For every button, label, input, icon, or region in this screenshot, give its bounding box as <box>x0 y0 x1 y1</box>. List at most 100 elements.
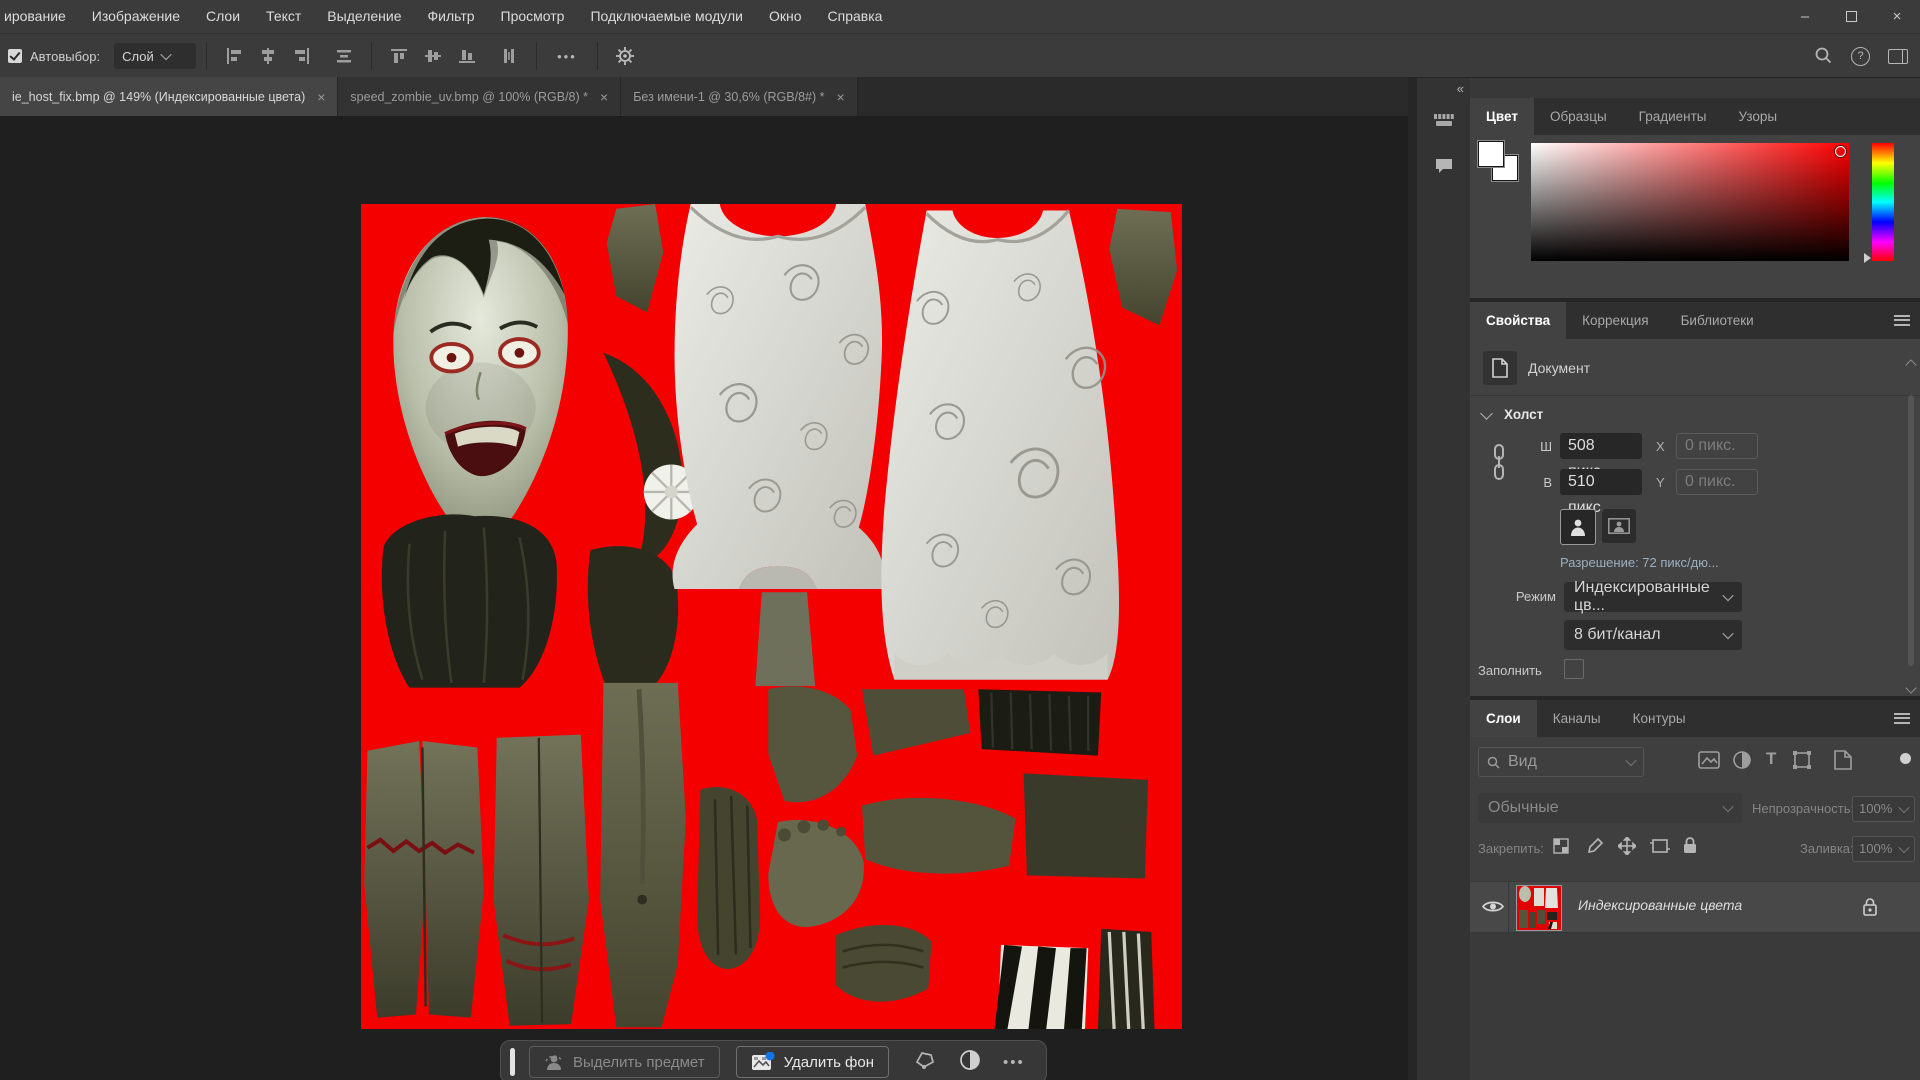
orientation-landscape-button[interactable] <box>1602 509 1636 543</box>
menu-item-layers[interactable]: Слои <box>193 0 253 33</box>
lock-transparency-icon[interactable] <box>1552 837 1570 860</box>
align-right-icon[interactable] <box>291 45 313 67</box>
panel-menu-icon[interactable] <box>1894 713 1910 724</box>
properties-scrollbar[interactable] <box>1906 379 1916 682</box>
document-tab-active[interactable]: ie_host_fix.bmp @ 149% (Индексированные … <box>0 77 338 116</box>
bit-depth-dropdown[interactable]: 8 бит/канал <box>1564 620 1742 650</box>
opacity-chevron[interactable] <box>1894 796 1915 822</box>
opacity-value[interactable]: 100% <box>1852 796 1899 822</box>
layer-thumbnail[interactable] <box>1516 885 1562 931</box>
link-dimensions-icon[interactable] <box>1492 443 1506 487</box>
fill-checkbox[interactable] <box>1564 659 1584 679</box>
section-collapse-icon[interactable] <box>1480 407 1493 420</box>
filter-pixel-layers-icon[interactable] <box>1698 751 1720 774</box>
tab-gradients[interactable]: Градиенты <box>1623 98 1723 135</box>
color-mode-dropdown[interactable]: Индексированные цв... <box>1564 582 1742 612</box>
tab-paths[interactable]: Контуры <box>1617 700 1702 737</box>
color-saturation-field[interactable] <box>1531 143 1849 261</box>
autoselect-checkbox[interactable] <box>8 49 22 63</box>
tab-patterns[interactable]: Узоры <box>1723 98 1794 135</box>
menu-item-editing[interactable]: ирование <box>0 0 79 33</box>
height-input[interactable]: 510 пикс. <box>1560 469 1642 495</box>
fill-opacity-value[interactable]: 100% <box>1852 836 1899 862</box>
close-tab-icon[interactable]: × <box>600 89 608 105</box>
search-icon[interactable] <box>1813 45 1833 68</box>
menu-item-view[interactable]: Просмотр <box>488 0 578 33</box>
align-middle-icon[interactable] <box>422 45 444 67</box>
menu-item-type[interactable]: Текст <box>253 0 314 33</box>
tab-properties[interactable]: Свойства <box>1470 302 1566 339</box>
fill-opacity-chevron[interactable] <box>1894 836 1915 862</box>
layer-name[interactable]: Индексированные цвета <box>1578 897 1742 913</box>
lock-all-icon[interactable] <box>1682 836 1698 859</box>
workspace-settings-gear-icon[interactable] <box>614 45 636 67</box>
more-options-icon[interactable]: ••• <box>557 49 577 64</box>
filter-smart-objects-icon[interactable] <box>1834 750 1852 775</box>
tab-swatches[interactable]: Образцы <box>1534 98 1623 135</box>
align-center-horizontal-icon[interactable] <box>257 45 279 67</box>
menu-item-plugins[interactable]: Подключаемые модули <box>577 0 756 33</box>
minimize-button[interactable]: – <box>1782 0 1828 33</box>
color-themes-icon[interactable] <box>1427 104 1461 136</box>
adjustments-half-circle-icon[interactable] <box>959 1049 981 1076</box>
remove-background-button[interactable]: Удалить фон <box>736 1046 889 1078</box>
width-input[interactable]: 508 пикс. <box>1560 433 1642 459</box>
document-tab[interactable]: Без имени-1 @ 30,6% (RGB/8#) * × <box>621 77 857 116</box>
menu-item-filter[interactable]: Фильтр <box>414 0 487 33</box>
align-left-icon[interactable] <box>223 45 245 67</box>
taskbar-more-icon[interactable]: ••• <box>1003 1054 1025 1071</box>
tab-libraries[interactable]: Библиотеки <box>1665 302 1770 339</box>
lock-artboard-icon[interactable] <box>1650 837 1670 860</box>
autoselect-target-dropdown[interactable]: Слой <box>114 43 196 69</box>
tab-color[interactable]: Цвет <box>1470 98 1534 135</box>
filter-toggle-pin[interactable] <box>1900 753 1911 764</box>
tab-channels[interactable]: Каналы <box>1537 700 1617 737</box>
layer-filter-dropdown[interactable]: Вид <box>1478 747 1644 777</box>
lock-position-icon[interactable] <box>1618 837 1636 860</box>
layer-row[interactable]: Индексированные цвета <box>1470 881 1920 933</box>
y-input[interactable]: 0 пикс. <box>1676 469 1758 495</box>
menu-item-help[interactable]: Справка <box>815 0 896 33</box>
color-picker-marker[interactable] <box>1835 146 1846 157</box>
lock-paint-icon[interactable] <box>1586 837 1604 860</box>
document-tab[interactable]: speed_zombie_uv.bmp @ 100% (RGB/8) * × <box>338 77 621 116</box>
filter-type-layers-icon[interactable]: T <box>1766 749 1776 769</box>
scroll-up-icon[interactable] <box>1905 359 1916 370</box>
close-tab-icon[interactable]: × <box>317 89 325 105</box>
scroll-down-icon[interactable] <box>1905 682 1916 693</box>
tab-layers[interactable]: Слои <box>1470 700 1537 737</box>
menu-item-select[interactable]: Выделение <box>314 0 414 33</box>
tab-adjustments[interactable]: Коррекция <box>1566 302 1664 339</box>
menu-item-window[interactable]: Окно <box>756 0 815 33</box>
canvas-viewport[interactable] <box>0 116 1408 1080</box>
blend-mode-dropdown[interactable]: Обычные <box>1478 793 1742 823</box>
distribute-vertical-icon[interactable] <box>498 45 520 67</box>
polygonal-lasso-icon[interactable] <box>913 1049 937 1076</box>
comment-bubble-icon[interactable] <box>1427 150 1461 182</box>
orientation-portrait-button[interactable] <box>1560 509 1596 545</box>
filter-adjustment-layers-icon[interactable] <box>1732 750 1752 775</box>
select-subject-button[interactable]: Выделить предмет <box>529 1046 720 1078</box>
close-tab-icon[interactable]: × <box>836 89 844 105</box>
layer-visibility-eye-icon[interactable] <box>1482 899 1504 919</box>
foreground-background-swatches[interactable] <box>1478 141 1522 185</box>
foreground-color-swatch[interactable] <box>1478 141 1504 167</box>
close-button[interactable]: × <box>1874 0 1920 33</box>
panel-drag-strip[interactable] <box>1470 78 1920 98</box>
align-bottom-icon[interactable] <box>456 45 478 67</box>
distribute-horizontal-icon[interactable] <box>333 45 355 67</box>
hue-slider[interactable] <box>1872 143 1894 261</box>
hue-slider-arrow-icon[interactable] <box>1864 253 1871 263</box>
panel-layout-icon[interactable] <box>1888 49 1908 64</box>
panel-menu-icon[interactable] <box>1894 315 1910 326</box>
collapse-panels-icon[interactable]: « <box>1457 81 1462 96</box>
help-icon[interactable]: ? <box>1851 47 1870 66</box>
filter-shape-layers-icon[interactable] <box>1792 750 1812 775</box>
taskbar-drag-handle[interactable] <box>510 1048 515 1076</box>
menu-item-image[interactable]: Изображение <box>79 0 193 33</box>
layers-empty-area <box>1470 933 1920 1080</box>
x-input[interactable]: 0 пикс. <box>1676 433 1758 459</box>
restore-button[interactable] <box>1828 0 1874 33</box>
scrollbar-thumb[interactable] <box>1908 395 1914 666</box>
align-top-icon[interactable] <box>388 45 410 67</box>
